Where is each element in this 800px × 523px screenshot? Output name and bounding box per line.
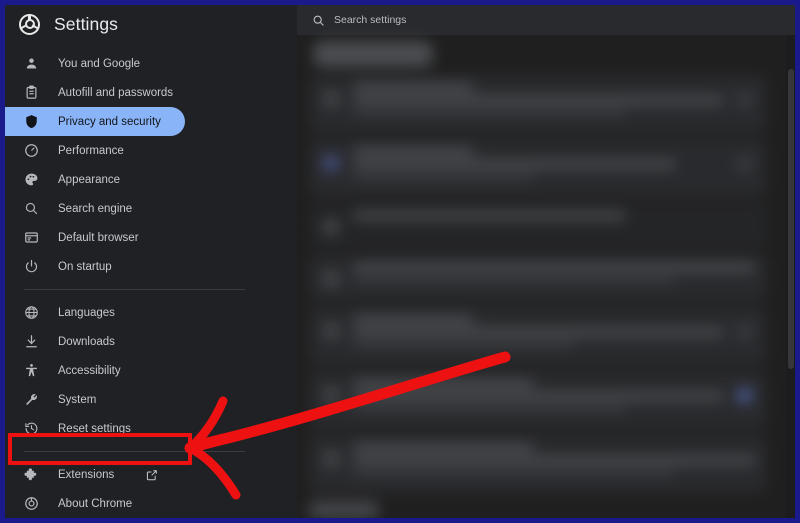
history-clock-icon [24, 421, 39, 436]
accessibility-icon [24, 363, 39, 378]
sidebar-item-label: Languages [58, 306, 115, 319]
sidebar-item-default-browser[interactable]: Default browser [5, 223, 185, 252]
sidebar-item-performance[interactable]: Performance [5, 136, 185, 165]
sidebar-item-accessibility[interactable]: Accessibility [5, 356, 185, 385]
settings-card[interactable] [309, 203, 767, 249]
clipboard-icon [24, 85, 39, 100]
settings-main [297, 5, 795, 518]
sidebar-item-reset-settings[interactable]: Reset settings [5, 414, 185, 443]
sidebar-item-label: Default browser [58, 231, 139, 244]
sidebar-item-appearance[interactable]: Appearance [5, 165, 185, 194]
settings-card[interactable] [309, 371, 767, 429]
sidebar-item-label: Extensions [58, 468, 115, 481]
wrench-icon [24, 392, 39, 407]
sidebar-item-languages[interactable]: Languages [5, 298, 185, 327]
sidebar-item-label: Privacy and security [58, 115, 161, 128]
sidebar-item-autofill-and-passwords[interactable]: Autofill and passwords [5, 78, 185, 107]
scrollbar-thumb[interactable] [788, 69, 794, 369]
settings-card[interactable] [309, 255, 767, 301]
sidebar-item-label: Reset settings [58, 422, 131, 435]
magnifier-icon [24, 201, 39, 216]
sidebar-item-label: About Chrome [58, 497, 133, 510]
page-title: Settings [54, 13, 119, 34]
sidebar-item-label: Downloads [58, 335, 115, 348]
chrome-logo-icon [24, 496, 39, 511]
sidebar-divider [24, 451, 245, 452]
sidebar-item-label: System [58, 393, 97, 406]
settings-brand: Settings [5, 5, 297, 43]
search-input[interactable] [334, 14, 694, 26]
sidebar-item-label: Accessibility [58, 364, 121, 377]
sidebar-item-downloads[interactable]: Downloads [5, 327, 185, 356]
person-icon [24, 56, 39, 71]
sidebar-item-label: Performance [58, 144, 124, 157]
search-icon [312, 14, 325, 27]
search-bar[interactable] [297, 5, 795, 35]
download-icon [24, 334, 39, 349]
settings-content-blurred [297, 35, 795, 518]
sidebar-item-privacy-and-security[interactable]: Privacy and security [5, 107, 185, 136]
settings-card[interactable] [309, 307, 767, 365]
sidebar-item-on-startup[interactable]: On startup [5, 252, 185, 281]
sidebar-item-label: Search engine [58, 202, 133, 215]
globe-icon [24, 305, 39, 320]
sidebar-item-you-and-google[interactable]: You and Google [5, 49, 185, 78]
palette-icon [24, 172, 39, 187]
scrollbar-track[interactable] [786, 35, 795, 518]
settings-window-frame: Settings You and Google Autofill and pass… [5, 5, 795, 518]
sidebar-item-label: Appearance [58, 173, 121, 186]
shield-icon [24, 114, 39, 129]
sidebar-item-label: You and Google [58, 57, 141, 70]
browser-window-icon [24, 230, 39, 245]
settings-card[interactable] [309, 139, 767, 197]
settings-card[interactable] [309, 75, 767, 133]
sidebar-nav: You and Google Autofill and passwords Priv… [5, 43, 297, 518]
external-link-icon [146, 469, 158, 481]
sidebar-item-label: Autofill and passwords [58, 86, 174, 99]
sidebar-item-about-chrome[interactable]: About Chrome [5, 489, 185, 518]
puzzle-piece-icon [24, 467, 39, 482]
gauge-icon [24, 143, 39, 158]
settings-card[interactable] [309, 435, 767, 493]
power-icon [24, 259, 39, 274]
chrome-logo-icon [19, 13, 40, 35]
sidebar-divider [24, 289, 245, 290]
browser-window: Settings You and Google Autofill and pass… [0, 0, 800, 523]
sidebar-item-extensions[interactable]: Extensions [5, 460, 185, 489]
sidebar-item-search-engine[interactable]: Search engine [5, 194, 185, 223]
sidebar-item-system[interactable]: System [5, 385, 185, 414]
sidebar-item-label: On startup [58, 260, 112, 273]
settings-sidebar: Settings You and Google Autofill and pass… [5, 5, 297, 518]
